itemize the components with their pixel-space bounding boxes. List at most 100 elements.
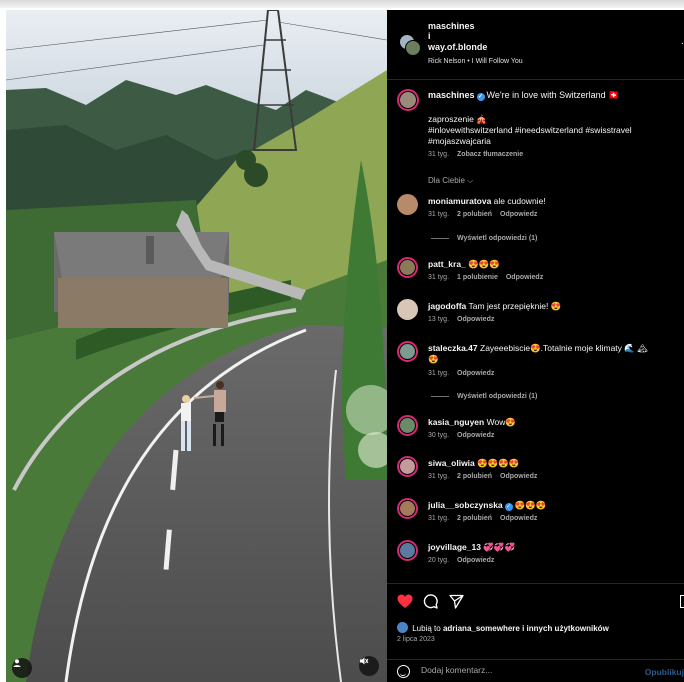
comment-item: julia__sobczynska ✓ 😍😍😍 31 tyg. 2 polubień O… [387,498,684,536]
mute-button[interactable] [359,656,379,676]
comment-item: kasia_nguyen Wow😍 30 tyg. Odpowiedz [387,415,684,453]
comment-likes[interactable]: 2 polubień [457,473,492,480]
comment-text: 😍😍😍😍 [477,458,520,468]
comment-text: Wow😍 [486,417,516,427]
post-side-panel: maschines i way.of.blonde Rick Nelson • … [387,10,684,682]
header-username-1[interactable]: maschines [428,21,475,31]
comment-text: 😍😍😍 [514,500,547,510]
comment-username[interactable]: staleczka.47 [428,343,478,353]
reply-button[interactable]: Odpowiedz [457,316,494,323]
caption-username[interactable]: maschines [428,90,475,100]
caption-hashtags-1[interactable]: #inlovewithswitzerland #ineedswitzerland… [428,125,678,136]
comment-text: Tam jest przepięknie! 😍 [468,301,562,311]
comment-meta: 13 tyg. Odpowiedz [428,316,502,323]
header-song[interactable]: Rick Nelson • I Will Follow You [428,58,523,65]
comment-line: julia__sobczynska ✓ 😍😍😍 [428,500,678,511]
reply-button[interactable]: Odpowiedz [457,557,494,564]
emoji-icon[interactable] [397,665,410,678]
likes-username[interactable]: adriana_somewhere [443,624,520,633]
comment-likes[interactable]: 2 polubień [457,515,492,522]
comment-line: siwa_oliwia 😍😍😍😍 [428,458,678,469]
window-top-strip [0,0,684,8]
caption-hashtags-2[interactable]: #mojaszwajcaria [428,136,678,147]
reply-button[interactable]: Odpowiedz [457,370,494,377]
comment-likes[interactable]: 2 polubień [457,211,492,218]
publish-button[interactable]: Opublikuj [645,667,684,677]
comment-time: 31 tyg. [428,473,450,480]
comment-meta: 31 tyg. Odpowiedz [428,370,502,377]
reply-button[interactable]: Odpowiedz [500,473,537,480]
reply-button[interactable]: Odpowiedz [500,211,537,218]
comment-line: moniamuratova ale cudownie! [428,196,678,206]
comment-username[interactable]: jagodoffa [428,301,466,311]
comment-item: patt_kra_ 😍😍😍 31 tyg. 1 polubienie Odpowie… [387,257,684,295]
translate-link[interactable]: Zobacz tłumaczenie [457,151,523,158]
comment-input[interactable] [421,665,631,675]
comment-button[interactable] [423,594,438,614]
comment-text: Zayeeebiscie😍.Totalnie moje klimaty 🌊 🏔 [480,343,649,353]
post-video[interactable] [6,10,387,682]
add-comment-bar: Opublikuj [387,659,684,682]
comment-username[interactable]: julia__sobczynska [428,500,503,510]
view-replies-label: Wyświetl odpowiedzi (1) [457,235,538,242]
comment-line: joyvillage_13 💞💞💞 [428,542,678,553]
comment-meta: 31 tyg. 2 polubień Odpowiedz [428,515,545,522]
replies-dash [431,237,449,239]
view-replies-button[interactable]: Wyświetl odpowiedzi (1) [431,393,537,400]
comment-username[interactable]: kasia_nguyen [428,417,484,427]
reply-button[interactable]: Odpowiedz [457,432,494,439]
comment-time: 20 tyg. [428,557,450,564]
comment-username[interactable]: patt_kra_ [428,259,466,269]
header-username-2[interactable]: way.of.blonde [428,42,487,52]
comment-time: 31 tyg. [428,274,450,281]
caption-header: maschines ✓ We're in love with Switzerland… [428,90,619,101]
comment-line: staleczka.47 Zayeeebiscie😍.Totalnie moje… [428,343,678,354]
tagged-users-button[interactable] [12,658,32,678]
likes-suffix[interactable]: i innych użytkowników [522,624,609,633]
comment-avatar[interactable] [397,415,418,436]
more-dots-icon[interactable]: · [681,38,684,49]
reply-button[interactable]: Odpowiedz [500,515,537,522]
comment-avatar[interactable] [397,540,418,561]
comment-text: ale cudownie! [493,196,546,206]
comment-username[interactable]: siwa_oliwia [428,458,475,468]
caption-avatar[interactable] [397,89,419,111]
header-separator: i [428,31,431,41]
likes-summary[interactable]: Lubią to adriana_somewhere i innych użyt… [397,622,609,633]
comment-avatar[interactable] [397,456,418,477]
comment-line: patt_kra_ 😍😍😍 [428,259,678,270]
bookmark-icon[interactable] [680,595,684,608]
comment-username[interactable]: moniamuratova [428,196,491,206]
comment-bubble-icon [423,594,438,609]
post-header: maschines i way.of.blonde Rick Nelson • … [387,10,684,80]
comment-avatar[interactable] [397,498,418,519]
comment-likes[interactable]: 1 polubienie [457,274,498,281]
share-button[interactable] [449,594,464,614]
comment-time: 31 tyg. [428,370,450,377]
comment-avatar[interactable] [397,194,418,215]
comment-item: siwa_oliwia 😍😍😍😍 31 tyg. 2 polubień Odpowi… [387,456,684,494]
instagram-post-window: maschines i way.of.blonde Rick Nelson • … [0,0,684,682]
caption-line-2: zaproszenie 🎪 [428,114,487,124]
comment-line: kasia_nguyen Wow😍 [428,417,678,428]
comment-avatar[interactable] [397,257,418,278]
comment-avatar[interactable] [397,299,418,320]
view-replies-button[interactable]: Wyświetl odpowiedzi (1) [431,235,537,242]
likes-avatar [397,622,408,633]
caption-text: We're in love with Switzerland 🇨🇭 [486,90,620,100]
comment-avatar[interactable] [397,341,418,362]
comments-filter-dropdown[interactable]: Dla Ciebie ⌵ [428,176,473,186]
comment-item: staleczka.47 Zayeeebiscie😍.Totalnie moje… [387,341,684,391]
reply-button[interactable]: Odpowiedz [506,274,543,281]
comment-time: 13 tyg. [428,316,450,323]
comment-meta: 30 tyg. Odpowiedz [428,432,502,439]
like-button[interactable] [397,594,413,614]
comment-meta: 31 tyg. 1 polubienie Odpowiedz [428,274,551,281]
heart-filled-icon [397,594,413,608]
comment-meta: 31 tyg. 2 polubień Odpowiedz [428,211,545,218]
verified-icon: ✓ [504,503,513,511]
verified-icon: ✓ [476,93,485,101]
comment-meta: 31 tyg. 2 polubień Odpowiedz [428,473,545,480]
comment-username[interactable]: joyvillage_13 [428,542,481,552]
header-avatar-2[interactable] [405,40,421,56]
